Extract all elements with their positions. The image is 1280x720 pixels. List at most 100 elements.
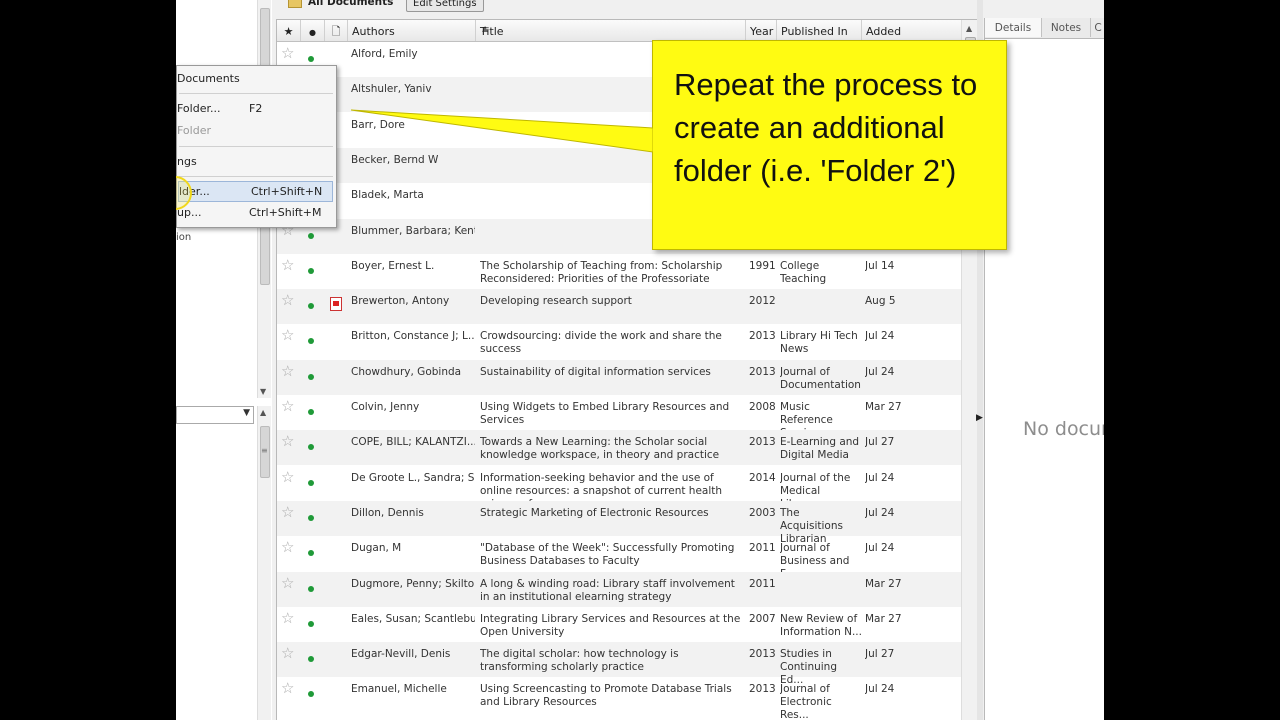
- favorite-star-icon[interactable]: ☆: [281, 47, 299, 60]
- column-read[interactable]: ●: [301, 20, 325, 41]
- favorite-star-icon[interactable]: ☆: [281, 541, 299, 554]
- column-added[interactable]: Added: [862, 20, 961, 41]
- favorite-star-icon[interactable]: ☆: [281, 259, 299, 272]
- scroll-down-icon[interactable]: ▼: [260, 387, 266, 396]
- menu-item-shortcut: Ctrl+Shift+M: [249, 206, 322, 219]
- cell-authors: Dillon, Dennis: [351, 506, 424, 519]
- cell-authors: Blummer, Barbara; Kent...: [351, 224, 475, 237]
- table-row[interactable]: ☆ Eales, Susan; Scantlebu... Integrating L…: [277, 607, 961, 642]
- column-published-in[interactable]: Published In: [777, 20, 862, 41]
- read-status-icon[interactable]: [308, 585, 314, 592]
- table-row[interactable]: ☆ Dugmore, Penny; Skilto... A long & windi…: [277, 571, 961, 607]
- table-row[interactable]: ☆ COPE, BILL; KALANTZI... Towards a New Le…: [277, 430, 961, 466]
- cell-published-in: Library Hi Tech News: [780, 330, 858, 356]
- cell-added: Jul 24: [865, 683, 895, 696]
- cell-authors: Colvin, Jenny: [351, 401, 420, 413]
- table-row[interactable]: ☆ Boyer, Ernest L. The Scholarship of Teac…: [277, 254, 961, 289]
- read-status-icon[interactable]: [308, 479, 314, 486]
- cell-authors: Eales, Susan; Scantlebu...: [351, 612, 475, 625]
- empty-state-text: No docum: [1023, 418, 1104, 440]
- favorite-star-icon[interactable]: ☆: [281, 365, 299, 378]
- pdf-icon[interactable]: [330, 297, 342, 312]
- read-status-icon[interactable]: [308, 691, 314, 698]
- callout-text: Repeat the process to create an addition…: [674, 67, 978, 188]
- favorite-star-icon[interactable]: ☆: [281, 682, 299, 695]
- sidebar-partial-text: ion: [176, 232, 192, 243]
- cell-year: 1991: [749, 259, 776, 272]
- favorite-star-icon[interactable]: ☆: [281, 506, 299, 519]
- cell-published-in: College Teaching: [780, 259, 827, 285]
- read-status-icon[interactable]: [308, 514, 314, 521]
- table-row[interactable]: ☆ Brewerton, Antony Developing research su…: [277, 289, 961, 325]
- read-status-icon[interactable]: [308, 444, 314, 451]
- favorite-star-icon[interactable]: ☆: [281, 647, 299, 660]
- read-status-icon[interactable]: [308, 267, 314, 274]
- column-star[interactable]: ★: [277, 20, 301, 41]
- column-authors[interactable]: Authors ▲: [348, 20, 488, 41]
- cell-title: Crowdsourcing: divide the work and share…: [480, 330, 722, 356]
- menu-item-rename-folder[interactable]: Folder... F2: [177, 99, 334, 118]
- cell-year: 2013: [749, 648, 776, 661]
- group-filter-select[interactable]: ▼: [176, 406, 254, 424]
- cell-title: "Database of the Week": Successfully Pro…: [480, 542, 735, 568]
- column-title[interactable]: Title: [476, 20, 746, 41]
- menu-item-label: Folder...: [177, 102, 221, 115]
- cell-added: Aug 5: [865, 295, 896, 308]
- table-row[interactable]: ☆ Chowdhury, Gobinda Sustainability of dig…: [277, 359, 961, 395]
- tab-contents[interactable]: C: [1091, 18, 1104, 37]
- tab-details[interactable]: Details: [985, 18, 1042, 37]
- favorite-star-icon[interactable]: ☆: [281, 435, 299, 448]
- read-status-icon[interactable]: [308, 656, 314, 663]
- favorite-star-icon[interactable]: ☆: [281, 612, 299, 625]
- tutorial-callout: Repeat the process to create an addition…: [652, 40, 1007, 250]
- cell-title: Developing research support: [480, 295, 632, 308]
- menu-item-remove-folder[interactable]: Folder: [177, 121, 334, 140]
- tab-notes[interactable]: Notes: [1042, 18, 1091, 37]
- cell-title: Integrating Library Services and Resourc…: [480, 612, 741, 638]
- favorite-star-icon[interactable]: ☆: [281, 400, 299, 413]
- grip-icon: ≡: [261, 446, 268, 455]
- file-header-icon: 🗋: [331, 25, 341, 38]
- column-year[interactable]: Year: [746, 20, 777, 41]
- scroll-up-icon[interactable]: ▲: [260, 408, 266, 417]
- favorite-star-icon[interactable]: ☆: [281, 471, 299, 484]
- collapse-panel-icon[interactable]: ▶: [976, 413, 983, 423]
- read-status-icon[interactable]: [308, 303, 314, 310]
- read-status-icon[interactable]: [308, 56, 314, 62]
- table-row[interactable]: ☆ Emanuel, Michelle Using Screencasting to…: [277, 677, 961, 720]
- read-status-icon[interactable]: [308, 620, 314, 627]
- column-file[interactable]: 🗋: [325, 20, 348, 41]
- table-row[interactable]: ☆ Britton, Constance J; L... Crowdsourcing…: [277, 324, 961, 359]
- filter-scrollbar[interactable]: ▲ ≡: [257, 406, 271, 720]
- favorite-star-icon[interactable]: ☆: [281, 329, 299, 342]
- menu-item-label: ngs: [177, 155, 197, 168]
- callout-tail-icon: [351, 109, 653, 153]
- favorite-star-icon[interactable]: ☆: [281, 294, 299, 307]
- read-status-icon[interactable]: [308, 232, 314, 239]
- table-row[interactable]: ☆ De Groote L., Sandra; S... Information-s…: [277, 466, 961, 510]
- table-row[interactable]: ☆ Dugan, M "Database of the Week": Success…: [277, 536, 961, 580]
- menu-item-new-folder[interactable]: lder... Ctrl+Shift+N: [178, 181, 333, 202]
- cell-added: Jul 27: [865, 436, 895, 449]
- edit-settings-button[interactable]: Edit Settings: [406, 0, 484, 12]
- menu-item-shortcut: F2: [249, 102, 263, 115]
- menu-item-documents[interactable]: Documents: [177, 69, 334, 88]
- table-row[interactable]: ☆ Edgar-Nevill, Denis The digital scholar:…: [277, 642, 961, 686]
- read-status-icon[interactable]: [308, 550, 314, 557]
- cell-year: 2013: [749, 330, 776, 343]
- cell-added: Mar 27: [865, 577, 902, 590]
- read-status-icon[interactable]: [308, 409, 314, 415]
- table-row[interactable]: ☆ Dillon, Dennis Strategic Marketing of El…: [277, 500, 961, 545]
- scroll-up-icon[interactable]: ▲: [966, 24, 972, 33]
- read-status-icon[interactable]: [308, 373, 314, 380]
- menu-separator: [179, 146, 333, 147]
- cell-added: Jul 24: [865, 542, 895, 555]
- table-row[interactable]: ☆ Colvin, Jenny Using Widgets to Embed Lib…: [277, 395, 961, 452]
- cell-title: The Scholarship of Teaching from: Schola…: [480, 259, 723, 285]
- favorite-star-icon[interactable]: ☆: [281, 577, 299, 590]
- added-header-label: Added: [866, 25, 902, 38]
- read-status-icon[interactable]: [308, 338, 314, 345]
- cell-year: 2013: [749, 365, 776, 378]
- menu-item-new-group[interactable]: up... Ctrl+Shift+M: [177, 203, 334, 222]
- menu-item-settings[interactable]: ngs: [177, 152, 334, 171]
